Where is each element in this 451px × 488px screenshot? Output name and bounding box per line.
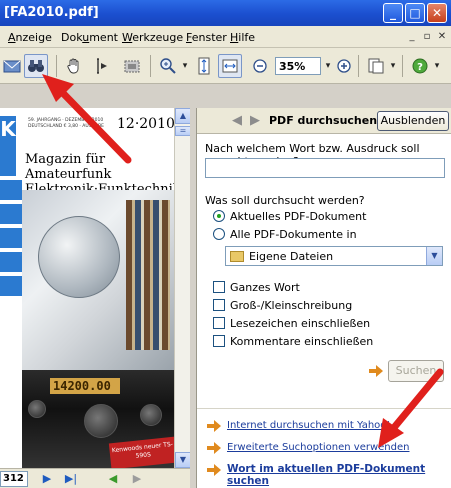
menu-hilfe[interactable]: Hilfe <box>230 31 255 44</box>
magazine-issue: 12·2010 <box>117 116 175 132</box>
option-include-bookmarks[interactable]: Lesezeichen einschließen <box>213 316 370 330</box>
cover-photo <box>22 190 174 370</box>
toolbar-spacer <box>0 84 451 108</box>
search-panel-title: PDF durchsuchen <box>269 114 378 127</box>
page-layout-dropdown[interactable]: ▾ <box>386 57 400 75</box>
option-whole-word[interactable]: Ganzes Wort <box>213 280 300 294</box>
arrow-right-icon <box>369 365 383 377</box>
globe-image <box>38 216 120 298</box>
menu-dokument[interactable]: Dokument <box>61 31 118 44</box>
toolbar: ▾ 35% ▾ ▾ ? ▾ <box>0 48 451 84</box>
scroll-down-icon[interactable]: ▼ <box>175 452 191 468</box>
close-button[interactable]: ✕ <box>427 3 447 23</box>
last-page-icon[interactable]: ▶| <box>62 471 80 487</box>
hide-button[interactable]: Ausblenden <box>377 111 449 131</box>
menu-anzeige[interactable]: Anzeige <box>8 31 52 44</box>
option-case-sensitive[interactable]: Groß-/Kleinschreibung <box>213 298 352 312</box>
search-binoculars-icon[interactable] <box>24 54 48 78</box>
link-advanced-search[interactable]: Erweiterte Suchoptionen verwenden <box>227 442 409 453</box>
fit-width-icon[interactable] <box>218 54 242 78</box>
checkbox-icon <box>213 299 225 311</box>
option-include-comments[interactable]: Kommentare einschließen <box>213 334 373 348</box>
email-icon[interactable] <box>0 54 24 78</box>
transceiver-knob <box>28 400 46 418</box>
scroll-up-icon[interactable]: ▲ <box>175 108 191 124</box>
forward-arrow-icon[interactable]: ▶ <box>247 113 263 129</box>
window-title: [FA2010.pdf] <box>4 5 99 20</box>
magazine-side-tab <box>0 204 22 224</box>
search-button[interactable]: Suchen <box>388 360 444 382</box>
toolbar-separator <box>150 55 151 77</box>
toolbar-separator <box>56 55 57 77</box>
minimize-button[interactable]: _ <box>383 3 403 23</box>
books-image <box>126 200 170 350</box>
arrow-right-icon <box>207 442 221 454</box>
scroll-thumb[interactable]: = <box>175 126 191 136</box>
transceiver-knob <box>84 404 118 438</box>
link-find-in-document[interactable]: Wort im aktuellen PDF-Dokument suchen <box>227 463 451 487</box>
snapshot-tool-icon[interactable] <box>120 54 144 78</box>
transceiver-knob <box>140 404 162 426</box>
menu-fenster[interactable]: Fenster <box>186 31 227 44</box>
search-panel: ◀ ▶ PDF durchsuchen Ausblenden Nach welc… <box>196 108 451 488</box>
arrow-right-icon <box>207 464 221 476</box>
magazine-side-tab <box>0 228 22 248</box>
menu-werkzeuge[interactable]: Werkzeuge <box>122 31 183 44</box>
zoom-out-icon[interactable] <box>248 54 272 78</box>
page-number-input[interactable]: 312 <box>0 471 28 487</box>
magazine-header: K 59. JAHRGANG · DEZEMBER 2010 DEUTSCHLAN… <box>0 108 181 197</box>
help-icon[interactable]: ? <box>408 54 432 78</box>
radio-icon <box>213 228 225 240</box>
checkbox-icon <box>213 317 225 329</box>
scope-all-radio[interactable]: Alle PDF-Dokumente in <box>213 227 357 241</box>
fit-height-icon[interactable] <box>192 54 216 78</box>
svg-text:?: ? <box>417 62 423 73</box>
search-panel-header: ◀ ▶ PDF durchsuchen Ausblenden <box>197 108 451 134</box>
folder-icon <box>230 250 244 262</box>
search-scope-label: Was soll durchsucht werden? <box>205 194 365 207</box>
chevron-down-icon[interactable]: ▼ <box>426 247 442 265</box>
toolbar-separator <box>402 55 403 77</box>
doc-close-button[interactable]: ✕ <box>435 30 449 44</box>
page-navigation-bar: 312 ▶ ▶| ◀ ▶ <box>0 468 190 488</box>
document-view[interactable]: K 59. JAHRGANG · DEZEMBER 2010 DEUTSCHLAN… <box>0 108 190 468</box>
magazine-side-tab <box>0 276 22 296</box>
magazine-logo: K <box>0 116 16 176</box>
transceiver-display: 14200.00 <box>50 378 120 394</box>
next-page-icon[interactable]: ▶ <box>38 471 56 487</box>
doc-minimize-button[interactable]: _ <box>405 30 419 44</box>
zoom-in-tool-icon[interactable] <box>156 54 180 78</box>
scope-current-radio[interactable]: Aktuelles PDF-Dokument <box>213 209 366 223</box>
link-yahoo-search[interactable]: Internet durchsuchen mit Yahoo! <box>227 420 390 431</box>
magazine-side-tab <box>0 180 22 200</box>
doc-restore-button[interactable]: ▫ <box>420 30 434 44</box>
hand-tool-icon[interactable] <box>62 54 86 78</box>
zoom-level-input[interactable]: 35% <box>275 57 321 75</box>
help-dropdown[interactable]: ▾ <box>430 57 444 75</box>
zoom-in-icon[interactable] <box>332 54 356 78</box>
menu-bar: Anzeige Dokument Werkzeuge Fenster Hilfe… <box>0 26 451 48</box>
folder-select[interactable]: Eigene Dateien ▼ <box>225 246 443 266</box>
zoom-tool-dropdown[interactable]: ▾ <box>178 57 192 75</box>
magazine-side-tab <box>0 252 22 272</box>
go-back-icon[interactable]: ◀ <box>104 471 122 487</box>
checkbox-icon <box>213 281 225 293</box>
checkbox-icon <box>213 335 225 347</box>
page-layout-icon[interactable] <box>364 54 388 78</box>
text-select-tool-icon[interactable] <box>88 54 112 78</box>
arrow-right-icon <box>207 420 221 432</box>
radio-selected-icon <box>213 210 225 222</box>
maximize-button[interactable]: □ <box>405 3 425 23</box>
search-input[interactable] <box>205 158 445 178</box>
magazine-fineprint: 59. JAHRGANG · DEZEMBER 2010 DEUTSCHLAND … <box>28 118 105 129</box>
toolbar-separator <box>358 55 359 77</box>
vertical-scrollbar[interactable]: ▲ = ▼ <box>174 108 191 468</box>
go-forward-icon[interactable]: ▶ <box>128 471 146 487</box>
title-bar: [FA2010.pdf] _ □ ✕ <box>0 0 451 26</box>
panel-divider <box>197 408 451 409</box>
back-arrow-icon[interactable]: ◀ <box>229 113 245 129</box>
